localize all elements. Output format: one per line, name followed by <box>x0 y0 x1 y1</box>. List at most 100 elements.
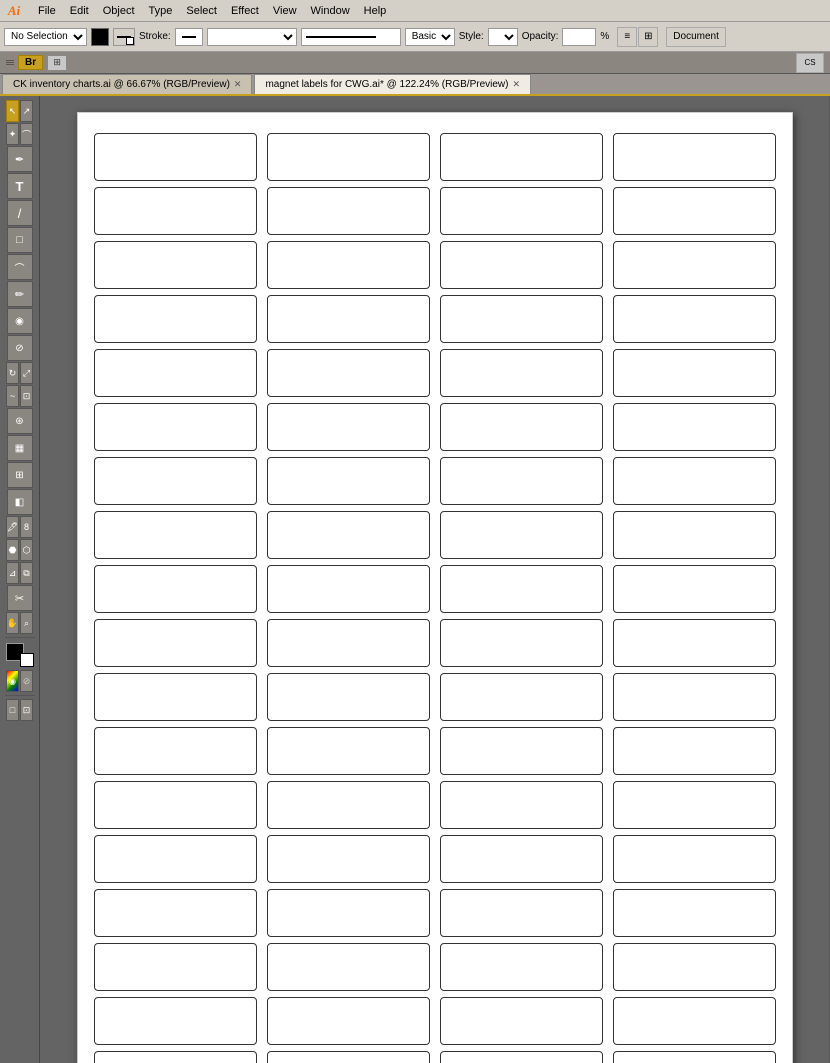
label-cell[interactable] <box>267 457 430 505</box>
label-cell[interactable] <box>94 457 257 505</box>
screen-mode-icon[interactable]: □ <box>6 699 19 721</box>
label-cell[interactable] <box>613 565 776 613</box>
label-cell[interactable] <box>94 781 257 829</box>
live-paint-selection[interactable]: ⬡ <box>20 539 33 561</box>
label-cell[interactable] <box>440 511 603 559</box>
label-cell[interactable] <box>267 727 430 775</box>
label-cell[interactable] <box>267 673 430 721</box>
label-cell[interactable] <box>267 187 430 235</box>
label-cell[interactable] <box>440 727 603 775</box>
label-cell[interactable] <box>613 673 776 721</box>
label-cell[interactable] <box>94 133 257 181</box>
label-cell[interactable] <box>440 673 603 721</box>
tab-0-close[interactable]: ✕ <box>234 79 242 90</box>
label-cell[interactable] <box>440 349 603 397</box>
label-cell[interactable] <box>94 997 257 1045</box>
magic-wand-tool[interactable]: ✦ <box>6 123 19 145</box>
label-cell[interactable] <box>267 349 430 397</box>
label-cell[interactable] <box>94 889 257 937</box>
label-cell[interactable] <box>267 511 430 559</box>
label-cell[interactable] <box>94 241 257 289</box>
bridge-button[interactable]: Br <box>18 55 43 70</box>
line-segment-tool[interactable]: / <box>7 200 33 226</box>
label-cell[interactable] <box>94 673 257 721</box>
label-cell[interactable] <box>267 835 430 883</box>
label-cell[interactable] <box>267 403 430 451</box>
label-cell[interactable] <box>267 133 430 181</box>
label-cell[interactable] <box>94 1051 257 1063</box>
menu-view[interactable]: View <box>267 3 303 19</box>
lasso-tool[interactable]: ⌒ <box>20 123 33 145</box>
hand-tool[interactable]: ✋ <box>6 612 19 634</box>
pen-tool[interactable]: ✒ <box>7 146 33 172</box>
color-icon[interactable]: ◉ <box>6 670 19 692</box>
cs-live-icon[interactable]: CS <box>796 53 824 73</box>
label-cell[interactable] <box>440 997 603 1045</box>
menu-edit[interactable]: Edit <box>64 3 95 19</box>
label-cell[interactable] <box>94 187 257 235</box>
document-button[interactable]: Document <box>666 27 726 47</box>
label-cell[interactable] <box>94 727 257 775</box>
scale-tool[interactable]: ⤢ <box>20 362 33 384</box>
menu-file[interactable]: File <box>32 3 62 19</box>
stroke-swatch[interactable] <box>20 653 34 667</box>
eraser-tool[interactable]: ⊘ <box>7 335 33 361</box>
label-cell[interactable] <box>267 295 430 343</box>
label-cell[interactable] <box>440 295 603 343</box>
selection-dropdown[interactable]: No Selection <box>4 28 87 46</box>
pencil-tool[interactable]: ✏ <box>7 281 33 307</box>
perspective-grid-tool[interactable]: ⊿ <box>6 562 19 584</box>
label-cell[interactable] <box>613 997 776 1045</box>
label-cell[interactable] <box>94 619 257 667</box>
stroke-indicator-box[interactable] <box>113 28 135 46</box>
label-cell[interactable] <box>613 727 776 775</box>
label-cell[interactable] <box>613 241 776 289</box>
label-cell[interactable] <box>440 619 603 667</box>
menu-help[interactable]: Help <box>358 3 393 19</box>
rectangle-tool[interactable]: □ <box>7 227 33 253</box>
menu-effect[interactable]: Effect <box>225 3 265 19</box>
column-graph-tool[interactable]: ▦ <box>7 435 33 461</box>
blend-tool[interactable]: 8 <box>20 516 33 538</box>
label-cell[interactable] <box>613 511 776 559</box>
label-cell[interactable] <box>267 241 430 289</box>
stroke-box[interactable] <box>175 28 203 46</box>
label-cell[interactable] <box>613 133 776 181</box>
arrange-icon[interactable]: ≡ <box>617 27 637 47</box>
live-paint-bucket[interactable]: ⬣ <box>6 539 19 561</box>
label-cell[interactable] <box>94 835 257 883</box>
tab-0[interactable]: CK inventory charts.ai @ 66.67% (RGB/Pre… <box>2 74 252 94</box>
bridge-grid-icon[interactable]: ⊞ <box>47 55 67 71</box>
label-cell[interactable] <box>94 349 257 397</box>
label-cell[interactable] <box>267 889 430 937</box>
gradient-tool[interactable]: ◧ <box>7 489 33 515</box>
label-cell[interactable] <box>440 457 603 505</box>
slice-tool[interactable]: ⧉ <box>20 562 33 584</box>
free-transform-tool[interactable]: ⊡ <box>20 385 33 407</box>
menu-object[interactable]: Object <box>97 3 141 19</box>
label-cell[interactable] <box>613 781 776 829</box>
label-cell[interactable] <box>94 403 257 451</box>
label-cell[interactable] <box>440 241 603 289</box>
direct-selection-tool[interactable]: ↗ <box>20 100 33 122</box>
label-cell[interactable] <box>94 565 257 613</box>
opacity-input[interactable]: 100 <box>562 28 596 46</box>
eyedropper-tool[interactable]: 🖋 <box>6 516 19 538</box>
menu-type[interactable]: Type <box>143 3 179 19</box>
label-cell[interactable] <box>267 997 430 1045</box>
label-cell[interactable] <box>267 781 430 829</box>
label-cell[interactable] <box>613 403 776 451</box>
label-cell[interactable] <box>440 187 603 235</box>
selection-tool[interactable]: ↖ <box>6 100 19 122</box>
style-select[interactable] <box>488 28 518 46</box>
drag-handle[interactable] <box>6 56 14 70</box>
symbol-sprayer-tool[interactable]: ⊛ <box>7 408 33 434</box>
label-cell[interactable] <box>440 403 603 451</box>
label-cell[interactable] <box>267 565 430 613</box>
blob-brush-tool[interactable]: ◉ <box>7 308 33 334</box>
tab-1-close[interactable]: ✕ <box>512 79 520 90</box>
none-icon[interactable]: ⊘ <box>20 670 33 692</box>
label-cell[interactable] <box>613 889 776 937</box>
label-cell[interactable] <box>613 1051 776 1063</box>
label-cell[interactable] <box>440 835 603 883</box>
